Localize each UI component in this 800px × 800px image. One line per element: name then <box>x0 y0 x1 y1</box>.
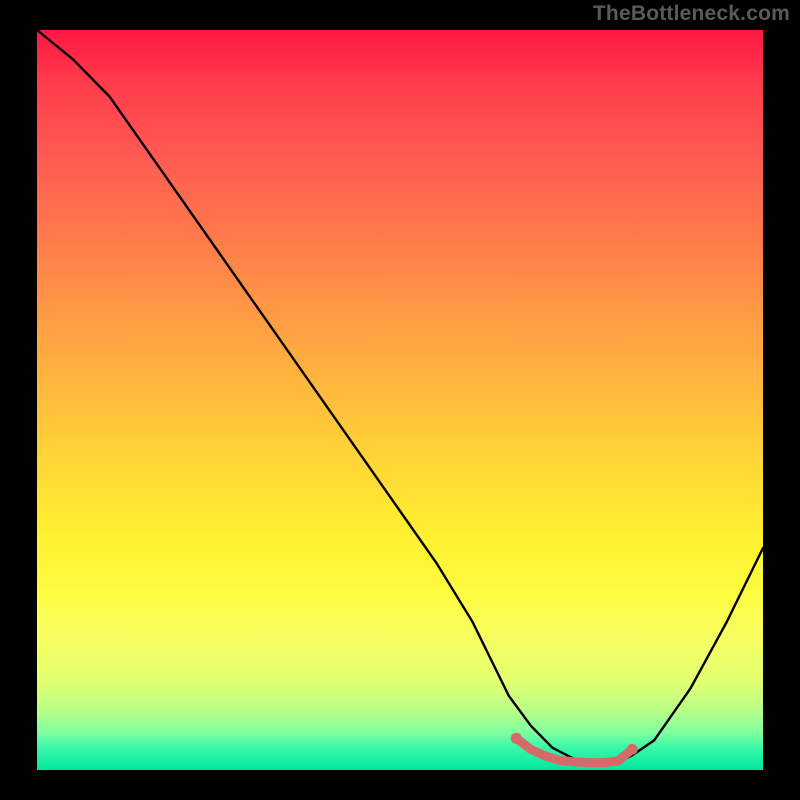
optimal-range-markers <box>511 733 638 763</box>
chart-svg <box>37 30 763 770</box>
bottleneck-curve <box>37 30 763 763</box>
chart-container: TheBottleneck.com <box>0 0 800 800</box>
plot-area <box>37 30 763 770</box>
optimal-range-dot <box>627 744 638 755</box>
optimal-range-line <box>516 738 632 762</box>
watermark-text: TheBottleneck.com <box>593 2 790 26</box>
optimal-range-dot <box>511 733 522 744</box>
